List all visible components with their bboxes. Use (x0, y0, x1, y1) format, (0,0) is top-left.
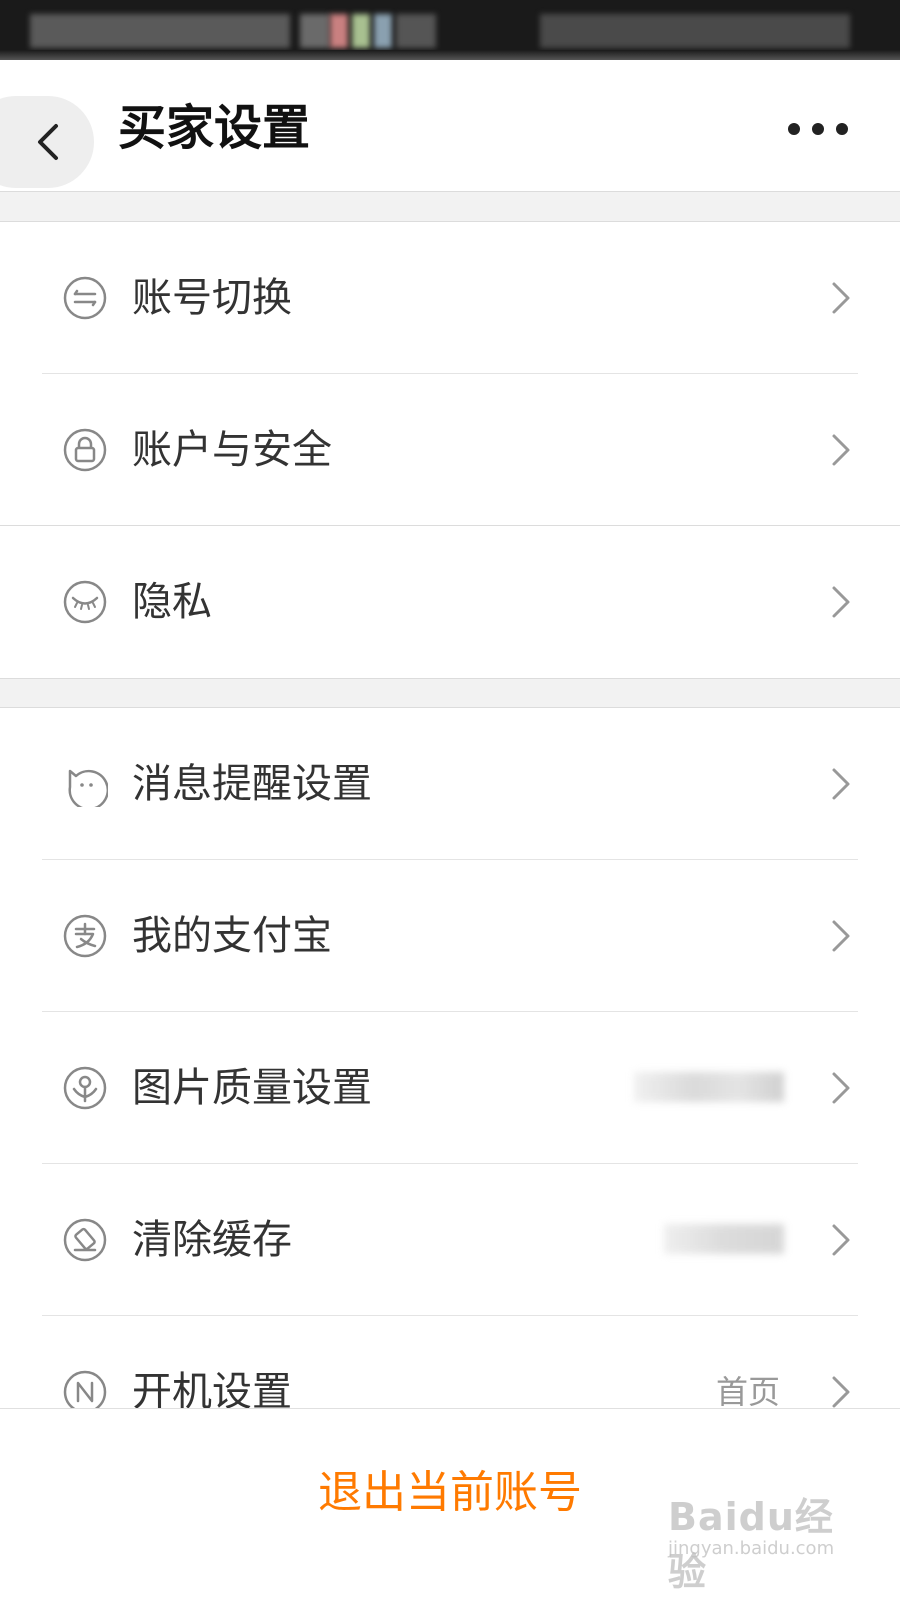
chevron-right-icon (832, 768, 850, 800)
settings-item-switch-account[interactable]: 账号切换 (0, 222, 900, 374)
section-gap (0, 192, 900, 222)
lock-icon (63, 428, 107, 472)
chevron-right-icon (832, 282, 850, 314)
navigation-bar: 买家设置 (0, 60, 900, 192)
clear-cache-icon (63, 1218, 107, 1262)
baidu-jingyan-watermark: Baidu经验 jingyan.baidu.com (668, 1486, 838, 1594)
chevron-right-icon (832, 1072, 850, 1104)
obscured-value (664, 1214, 784, 1264)
message-cat-icon (68, 769, 108, 807)
settings-item-label: 我的支付宝 (132, 913, 332, 959)
watermark-url: jingyan.baidu.com (668, 1538, 835, 1559)
settings-item-account-security[interactable]: 账户与安全 (0, 374, 900, 526)
settings-item-value: 首页 (715, 1373, 780, 1408)
settings-item-clear-cache[interactable]: 清除缓存 (0, 1164, 900, 1316)
page-title: 买家设置 (118, 100, 311, 156)
settings-item-image-quality[interactable]: 图片质量设置 (0, 1012, 900, 1164)
obscured-value (634, 1062, 784, 1112)
settings-item-label: 图片质量设置 (132, 1065, 372, 1111)
chevron-right-icon (832, 586, 850, 618)
chevron-right-icon (832, 1376, 850, 1408)
settings-item-label: 消息提醒设置 (132, 761, 372, 807)
more-button[interactable] (788, 114, 848, 144)
section-gap (0, 678, 900, 708)
settings-item-notifications[interactable]: 消息提醒设置 (0, 708, 900, 860)
image-quality-icon (63, 1066, 107, 1110)
chevron-right-icon (832, 920, 850, 952)
startup-icon (63, 1370, 107, 1408)
settings-item-label: 隐私 (132, 579, 212, 625)
eye-closed-icon (63, 580, 107, 624)
chevron-left-icon (38, 124, 58, 160)
switch-account-icon (63, 276, 107, 320)
buyer-settings-screen: 买家设置 账号切换 账户与安全 隐私 消息提醒设置 我的支付宝 图片质量设置 清… (0, 0, 900, 1600)
settings-item-label: 账号切换 (132, 275, 292, 321)
settings-item-label: 开机设置 (132, 1369, 292, 1408)
settings-item-label: 账户与安全 (132, 427, 332, 473)
chevron-right-icon (832, 434, 850, 466)
settings-item-label: 清除缓存 (132, 1217, 292, 1263)
settings-item-alipay[interactable]: 我的支付宝 (0, 860, 900, 1012)
settings-item-startup[interactable]: 开机设置 首页 (0, 1316, 900, 1408)
back-button[interactable] (0, 96, 94, 188)
chevron-right-icon (832, 1224, 850, 1256)
more-dots-icon (788, 123, 800, 135)
status-bar (0, 0, 900, 60)
settings-item-privacy[interactable]: 隐私 (0, 526, 900, 678)
alipay-icon (63, 914, 107, 958)
